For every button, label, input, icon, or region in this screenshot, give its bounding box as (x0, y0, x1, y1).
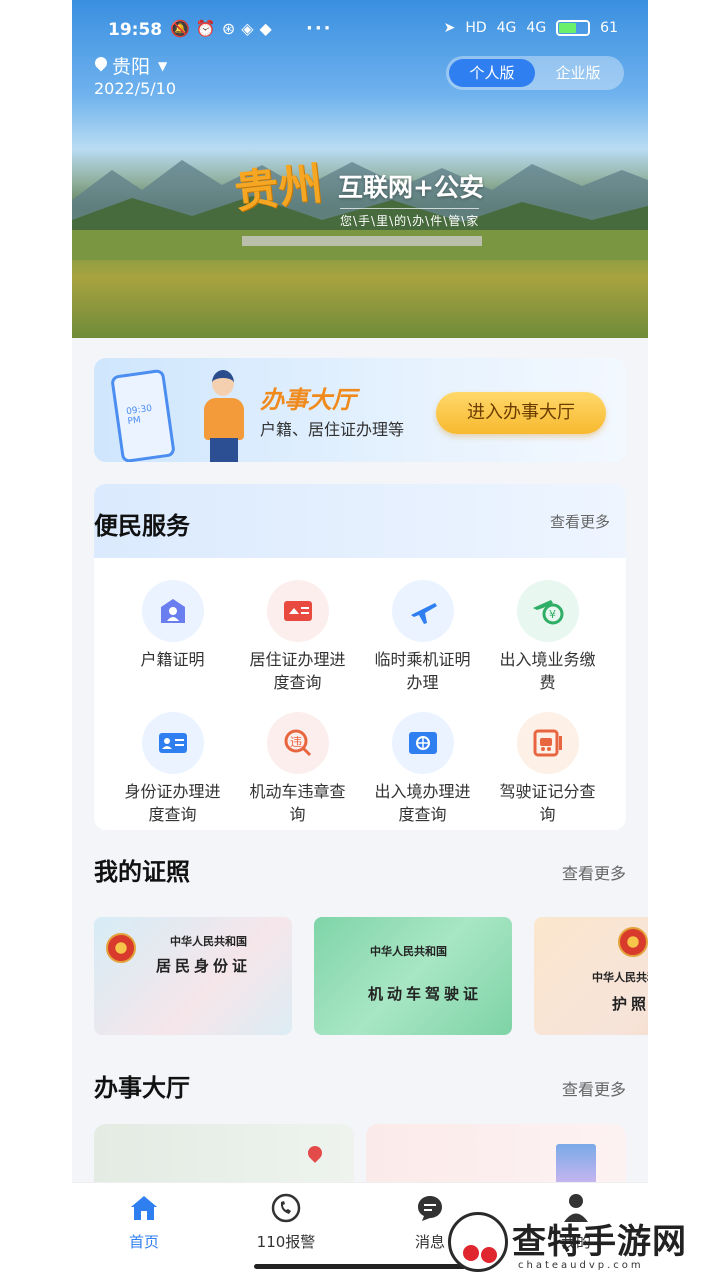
tab-label: 消息 (414, 1233, 445, 1251)
airplane-icon (391, 580, 454, 642)
license-card-driver[interactable]: 中华人民共和国 机动车驾驶证 (314, 917, 512, 1035)
service-label: 户籍证明 (140, 650, 205, 669)
service-label: 出入境业务缴费 (499, 650, 596, 692)
service-exit-entry-payment[interactable]: ¥ 出入境业务缴费 (485, 580, 610, 694)
banner-subtitle: 您\手\里\的\办\件\管\家 (340, 208, 480, 229)
app-screen: 19:58 🔕⏰⊛◈◆ ··· ➤ HD 4G 4G 61 贵阳 ▼ 2022/… (72, 0, 648, 1280)
banner-calligraphy: 贵州 (232, 158, 325, 219)
notification-icons: 🔕⏰⊛◈◆ (170, 19, 278, 38)
hall-card-description: 户籍、居住证办理等 (260, 420, 405, 439)
license-issuer: 中华人民共和国 (170, 935, 247, 948)
services-header: 便民服务 查看更多 (94, 484, 626, 558)
service-id-card-progress[interactable]: 身份证办理进度查询 (110, 712, 235, 826)
service-household-proof[interactable]: 户籍证明 (110, 580, 235, 694)
hero-banner: 19:58 🔕⏰⊛◈◆ ··· ➤ HD 4G 4G 61 贵阳 ▼ 2022/… (72, 0, 648, 338)
service-traffic-violation[interactable]: 违 机动车违章查询 (235, 712, 360, 826)
national-emblem-icon (618, 927, 648, 957)
my-licenses-title: 我的证照 (94, 852, 190, 887)
license-issuer: 中华人民共和国 (370, 945, 447, 958)
license-issuer: 中华人民共和国 (592, 971, 648, 984)
caret-down-icon: ▼ (158, 58, 168, 73)
driver-license-icon (516, 712, 579, 774)
mountain-landscape (72, 160, 648, 260)
phone-call-icon (271, 1193, 301, 1223)
battery-icon (556, 20, 591, 36)
watermark-text: 查特手游网 (512, 1222, 687, 1262)
battery-level: 61 (600, 20, 618, 36)
site-watermark: 查特手游网 chateaudvp.com (448, 1212, 712, 1278)
gps-icon: ➤ (443, 20, 456, 36)
household-icon (141, 580, 204, 642)
mode-enterprise[interactable]: 企业版 (535, 59, 621, 87)
hall-section-title: 办事大厅 (94, 1068, 190, 1103)
tab-label: 首页 (128, 1233, 159, 1251)
home-icon (129, 1193, 159, 1223)
person-illustration (202, 370, 246, 462)
service-label: 出入境办理进度查询 (374, 782, 471, 824)
service-exit-entry-progress[interactable]: 出入境办理进度查询 (360, 712, 485, 826)
cherry-logo-icon (448, 1212, 508, 1272)
chat-bubble-icon (415, 1193, 445, 1223)
status-right: ➤ HD 4G 4G 61 (444, 20, 618, 36)
traffic-violation-icon: 违 (266, 712, 329, 774)
tab-home[interactable]: 首页 (94, 1193, 194, 1252)
illustration-time: 09:30 PM (125, 403, 153, 428)
hd-label: HD (465, 20, 487, 36)
banner-title: 互联网+公安 (338, 173, 484, 202)
convenience-services-card: 便民服务 查看更多 户籍证明 居住证办理进度查询 临时乘机证明办理 ¥ 出入境业… (94, 484, 626, 830)
mode-personal[interactable]: 个人版 (449, 59, 535, 87)
license-name: 机动车驾驶证 (368, 985, 483, 1003)
service-label: 机动车违章查询 (249, 782, 346, 824)
location-pin-icon (94, 57, 108, 75)
current-date: 2022/5/10 (94, 79, 177, 98)
enter-hall-button[interactable]: 进入办事大厅 (436, 392, 606, 434)
svg-text:违: 违 (290, 735, 302, 749)
services-title: 便民服务 (94, 512, 190, 540)
national-emblem-icon (106, 933, 136, 963)
service-temp-boarding-proof[interactable]: 临时乘机证明办理 (360, 580, 485, 694)
services-more-link[interactable]: 查看更多 (550, 511, 610, 532)
license-name: 护照 (612, 995, 648, 1013)
service-label: 驾驶证记分查询 (499, 782, 596, 824)
service-license-points[interactable]: 驾驶证记分查询 (485, 712, 610, 826)
service-hall-card[interactable]: 09:30 PM 办事大厅 户籍、居住证办理等 进入办事大厅 (94, 358, 626, 462)
signal-1-label: 4G (496, 20, 517, 36)
tab-label: 110报警 (256, 1233, 316, 1251)
city-name: 贵阳 (112, 56, 151, 78)
hall-card-title: 办事大厅 (260, 386, 356, 414)
my-licenses-more-link[interactable]: 查看更多 (562, 860, 626, 884)
city-selector[interactable]: 贵阳 ▼ (94, 52, 167, 79)
tab-110-alarm[interactable]: 110报警 (236, 1193, 336, 1252)
service-label: 身份证办理进度查询 (124, 782, 221, 824)
payment-plane-icon: ¥ (516, 580, 579, 642)
phone-illustration: 09:30 PM (110, 368, 176, 462)
home-indicator (254, 1264, 466, 1269)
service-residence-permit[interactable]: 居住证办理进度查询 (235, 580, 360, 694)
license-card-id[interactable]: 中华人民共和国 居民身份证 (94, 917, 292, 1035)
id-card-icon (141, 712, 204, 774)
svg-text:¥: ¥ (549, 608, 556, 621)
building-icon (556, 1144, 596, 1184)
license-card-passport[interactable]: 中华人民共和国 护照 (534, 917, 648, 1035)
residence-card-icon (266, 580, 329, 642)
map-pin-icon (305, 1143, 325, 1163)
service-label: 居住证办理进度查询 (249, 650, 346, 692)
passport-icon (391, 712, 454, 774)
hall-section-more-link[interactable]: 查看更多 (562, 1076, 626, 1100)
services-grid: 户籍证明 居住证办理进度查询 临时乘机证明办理 ¥ 出入境业务缴费 身份证办理进… (110, 580, 610, 826)
mode-switch: 个人版 企业版 (446, 56, 624, 90)
license-name: 居民身份证 (156, 957, 252, 975)
status-time: 19:58 (108, 20, 163, 40)
signal-2-label: 4G (526, 20, 547, 36)
service-label: 临时乘机证明办理 (374, 650, 471, 692)
watermark-url: chateaudvp.com (518, 1260, 644, 1271)
status-more: ··· (306, 18, 333, 39)
